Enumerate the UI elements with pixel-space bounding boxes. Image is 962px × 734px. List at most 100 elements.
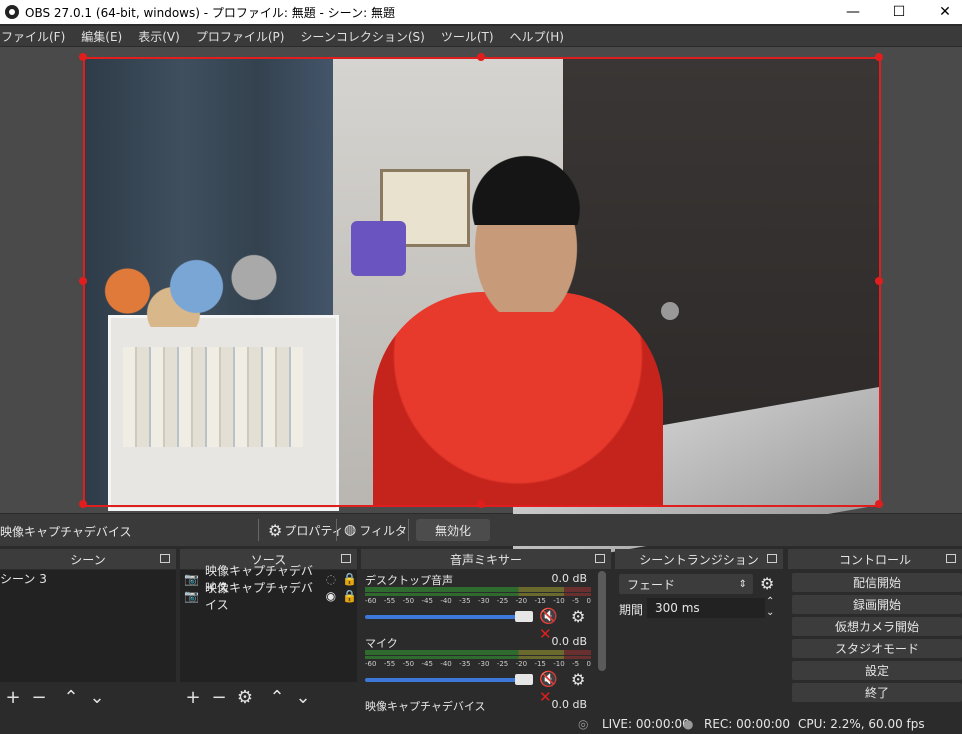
mixer-channel-desktop: デスクトップ音声 0.0 dB -60 -55 -50 -45 -40 -35 -30 -25… — [365, 572, 593, 643]
gear-icon[interactable]: ⚙ — [232, 687, 258, 708]
menu-scene-collection[interactable]: シーンコレクション(S) — [299, 28, 431, 45]
resize-handle-l[interactable] — [79, 277, 87, 285]
lock-icon[interactable]: 🔒 — [342, 572, 357, 586]
menu-tools[interactable]: ツール(T) — [440, 28, 501, 45]
lock-icon[interactable]: 🔒 — [342, 589, 357, 603]
scenes-list[interactable]: シーン 3 — [0, 570, 176, 682]
resize-handle-br[interactable] — [875, 500, 883, 508]
channel-name: デスクトップ音声 — [365, 574, 453, 587]
broadcast-icon: ◎ — [578, 717, 589, 731]
tick-label: -50 — [402, 660, 415, 668]
volume-slider-handle[interactable] — [515, 611, 533, 622]
selected-source-name: 映像キャプチャデバイス — [0, 525, 132, 539]
updown-icon: ⇕ — [738, 578, 747, 590]
source-item[interactable]: 📷 映像キャプチャデバイス ◉ 🔒 — [180, 581, 357, 612]
tick-label: -60 — [365, 660, 377, 668]
float-dock-icon[interactable] — [946, 554, 956, 563]
tick-label: -60 — [365, 597, 377, 605]
tick-label: -20 — [515, 597, 528, 605]
gear-icon[interactable]: ⚙ — [760, 574, 774, 593]
properties-button[interactable]: ⚙ プロパティ — [268, 520, 344, 540]
move-up-icon[interactable]: ⌃ — [264, 687, 290, 708]
studio-mode-button[interactable]: スタジオモード — [792, 639, 962, 658]
menu-help[interactable]: ヘルプ(H) — [509, 28, 571, 45]
transitions-header: シーントランジション — [615, 549, 783, 569]
preview-canvas[interactable] — [0, 47, 962, 570]
deactivate-button[interactable]: 無効化 — [416, 519, 490, 541]
sources-toolbar: + − ⚙ ⌃ ⌄ — [180, 685, 316, 709]
volume-slider[interactable] — [365, 615, 525, 619]
muted-speaker-icon[interactable]: 🔇✕ — [539, 670, 565, 706]
tick-label: -15 — [534, 597, 546, 605]
duration-value: 300 ms — [655, 601, 700, 615]
audio-mixer-header: 音声ミキサー — [361, 549, 611, 569]
float-dock-icon[interactable] — [341, 554, 351, 563]
level-meter — [365, 593, 591, 596]
tick-label: -30 — [477, 660, 490, 668]
eye-hidden-icon[interactable]: ◌ — [326, 572, 336, 586]
float-dock-icon[interactable] — [595, 554, 605, 563]
record-dot-icon: ● — [683, 717, 694, 731]
spin-up-icon[interactable]: ⌃ — [766, 596, 774, 607]
tick-label: -45 — [421, 597, 433, 605]
remove-source-icon[interactable]: − — [206, 687, 232, 708]
spin-down-icon[interactable]: ⌄ — [766, 607, 774, 618]
start-streaming-button[interactable]: 配信開始 — [792, 573, 962, 592]
tick-label: -40 — [440, 597, 452, 605]
status-bar: ◎ LIVE: 00:00:00 ● REC: 00:00:00 CPU: 2.… — [0, 714, 962, 734]
muted-speaker-icon[interactable]: 🔇✕ — [539, 607, 565, 643]
resize-handle-tr[interactable] — [875, 53, 883, 61]
gear-icon[interactable]: ⚙ — [571, 670, 585, 689]
eye-icon[interactable]: ◉ — [326, 589, 336, 603]
move-down-icon[interactable]: ⌄ — [84, 687, 110, 708]
menu-file[interactable]: ファイル(F) — [0, 28, 72, 45]
minimize-button[interactable]: — — [830, 0, 876, 24]
start-recording-button[interactable]: 録画開始 — [792, 595, 962, 614]
tick-label: -35 — [459, 660, 471, 668]
exit-button[interactable]: 終了 — [792, 683, 962, 702]
resize-handle-r[interactable] — [875, 277, 883, 285]
settings-button[interactable]: 設定 — [792, 661, 962, 680]
tick-label: -15 — [534, 660, 546, 668]
float-dock-icon[interactable] — [160, 554, 170, 563]
menu-edit[interactable]: 編集(E) — [80, 28, 129, 45]
tick-label: -25 — [496, 660, 509, 668]
add-scene-icon[interactable]: + — [0, 687, 26, 708]
tick-label: -5 — [572, 597, 580, 605]
duration-input[interactable]: 300 ms — [647, 598, 765, 618]
audio-mixer-title: 音声ミキサー — [449, 552, 522, 567]
gear-icon[interactable]: ⚙ — [571, 607, 585, 626]
menu-view[interactable]: 表示(V) — [137, 28, 187, 45]
cpu-fps: CPU: 2.2%, 60.00 fps — [798, 717, 925, 731]
sources-list[interactable]: 📷 映像キャプチャデバイス ◌ 🔒 📷 映像キャプチャデバイス ◉ 🔒 — [180, 564, 357, 682]
resize-handle-t[interactable] — [477, 53, 485, 61]
transition-select[interactable]: フェード ⇕ — [619, 574, 753, 594]
volume-slider[interactable] — [365, 678, 525, 682]
scene-item[interactable]: シーン 3 — [0, 570, 176, 587]
remove-scene-icon[interactable]: − — [26, 687, 52, 708]
mixer-scrollbar[interactable] — [598, 571, 606, 671]
meter-ticks: -60 -55 -50 -45 -40 -35 -30 -25 -20 -15 -10 -5 0 — [365, 597, 591, 605]
close-button[interactable]: ✕ — [922, 0, 962, 24]
maximize-button[interactable]: ☐ — [876, 0, 922, 24]
level-meter — [365, 656, 591, 659]
move-down-icon[interactable]: ⌄ — [290, 687, 316, 708]
resize-handle-tl[interactable] — [79, 53, 87, 61]
volume-slider-handle[interactable] — [515, 674, 533, 685]
start-virtual-camera-button[interactable]: 仮想カメラ開始 — [792, 617, 962, 636]
tick-label: -25 — [496, 597, 509, 605]
menu-profile[interactable]: プロファイル(P) — [195, 28, 292, 45]
filters-button[interactable]: ◍ フィルタ — [344, 520, 407, 540]
scenes-dock-header: シーン — [0, 549, 176, 569]
move-up-icon[interactable]: ⌃ — [58, 687, 84, 708]
float-dock-icon[interactable] — [767, 554, 777, 563]
transition-type: フェード — [627, 577, 676, 592]
tick-label: -45 — [421, 660, 433, 668]
tick-label: -35 — [459, 597, 471, 605]
add-source-icon[interactable]: + — [180, 687, 206, 708]
channel-db: 0.0 dB — [551, 635, 587, 648]
mixer-channel-capture: 映像キャプチャデバイス 0.0 dB — [365, 698, 593, 714]
resize-handle-b[interactable] — [477, 500, 485, 508]
resize-handle-bl[interactable] — [79, 500, 87, 508]
tick-label: -40 — [440, 660, 452, 668]
